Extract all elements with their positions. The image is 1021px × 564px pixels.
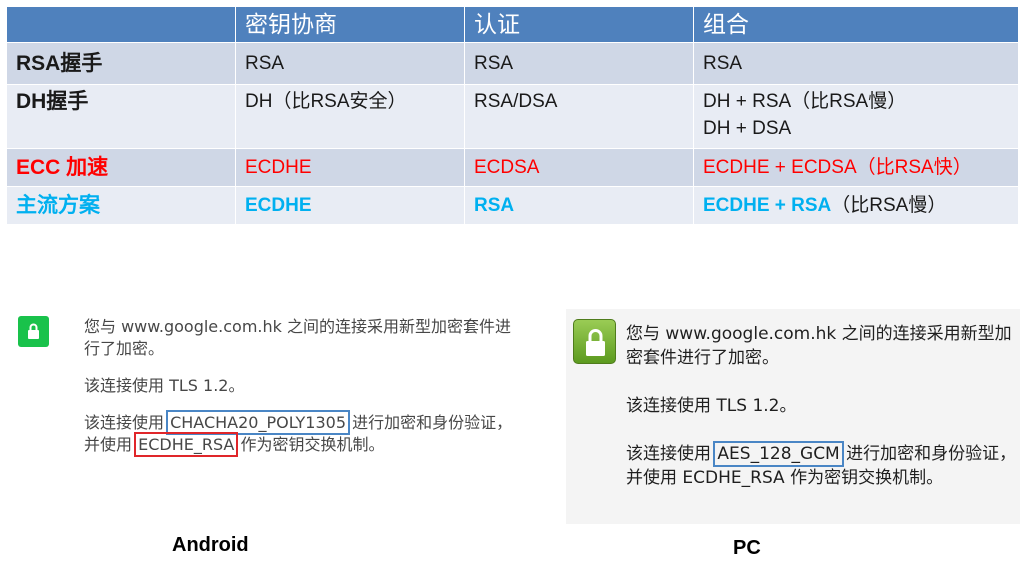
- header-corner: [6, 6, 236, 43]
- table-row-dh: DH握手 DH（比RSA安全） RSA/DSA DH + RSA（比RSA慢） …: [6, 84, 1019, 149]
- cipher-suite-highlight: CHACHA20_POLY1305: [166, 410, 350, 435]
- cipher-details-prefix: 该连接使用: [84, 413, 170, 432]
- row-label: 主流方案: [6, 186, 236, 225]
- cell-auth: ECDSA: [464, 148, 694, 187]
- cell-auth: RSA: [464, 42, 694, 85]
- cell-combination: ECDHE + ECDSA（比RSA快）: [693, 148, 1019, 187]
- table-header-row: 密钥协商 认证 组合: [6, 6, 1019, 43]
- cell-key-exchange: DH（比RSA安全）: [235, 84, 465, 149]
- cell-key-exchange: RSA: [235, 42, 465, 85]
- cell-combination: DH + RSA（比RSA慢） DH + DSA: [693, 84, 1019, 149]
- combination-note: （比RSA慢）: [831, 195, 947, 216]
- cell-combination: RSA: [693, 42, 1019, 85]
- header-combination: 组合: [693, 6, 1019, 43]
- combination-main: ECDHE + RSA: [703, 195, 832, 216]
- header-auth: 认证: [464, 6, 694, 43]
- pc-connection-info: 您与 www.google.com.hk 之间的连接采用新型加密套件进行了加密。…: [566, 309, 1020, 524]
- android-info-text: 您与 www.google.com.hk 之间的连接采用新型加密套件进行了加密。…: [84, 316, 514, 471]
- pc-caption: PC: [733, 537, 761, 559]
- row-label: RSA握手: [6, 42, 236, 85]
- cell-combination: ECDHE + RSA（比RSA慢）: [693, 186, 1019, 225]
- combination-line: DH + RSA（比RSA慢）: [703, 91, 907, 112]
- cipher-details-prefix: 该连接使用: [626, 444, 717, 464]
- table-row-mainstream: 主流方案 ECDHE RSA ECDHE + RSA（比RSA慢）: [6, 186, 1019, 225]
- lock-icon: [18, 316, 49, 347]
- pc-info-text: 您与 www.google.com.hk 之间的连接采用新型加密套件进行了加密。…: [626, 322, 1018, 514]
- table-row-ecc: ECC 加速 ECDHE ECDSA ECDHE + ECDSA（比RSA快）: [6, 148, 1019, 187]
- tls-version: 该连接使用 TLS 1.2。: [84, 376, 245, 395]
- table-row-rsa: RSA握手 RSA RSA RSA: [6, 42, 1019, 85]
- cipher-suite-highlight: AES_128_GCM: [713, 441, 844, 467]
- row-label: ECC 加速: [6, 148, 236, 187]
- encryption-notice: 您与 www.google.com.hk 之间的连接采用新型加密套件进行了加密。: [84, 317, 511, 358]
- combination-line: DH + DSA: [703, 118, 792, 139]
- cell-key-exchange: ECDHE: [235, 186, 465, 225]
- cell-auth: RSA/DSA: [464, 84, 694, 149]
- cell-key-exchange: ECDHE: [235, 148, 465, 187]
- cipher-details: 该连接使用 CHACHA20_POLY1305 进行加密和身份验证，并使用 EC…: [84, 410, 514, 457]
- encryption-notice: 您与 www.google.com.hk 之间的连接采用新型加密套件进行了加密。: [626, 324, 1012, 368]
- key-exchange-highlight: ECDHE_RSA: [134, 432, 239, 457]
- android-caption: Android: [172, 534, 249, 556]
- cipher-details: 该连接使用 AES_128_GCM 进行加密和身份验证，并使用 ECDHE_RS…: [626, 441, 1018, 490]
- row-label: DH握手: [6, 84, 236, 149]
- header-key-exchange: 密钥协商: [235, 6, 465, 43]
- cell-auth: RSA: [464, 186, 694, 225]
- cipher-comparison-table: 密钥协商 认证 组合 RSA握手 RSA RSA RSA DH握手 DH（比RS…: [6, 6, 1019, 225]
- cipher-details-suffix: 作为密钥交换机制。: [235, 435, 385, 454]
- lock-icon: [573, 319, 616, 364]
- android-connection-info: 您与 www.google.com.hk 之间的连接采用新型加密套件进行了加密。…: [8, 300, 518, 520]
- tls-version: 该连接使用 TLS 1.2。: [626, 396, 797, 416]
